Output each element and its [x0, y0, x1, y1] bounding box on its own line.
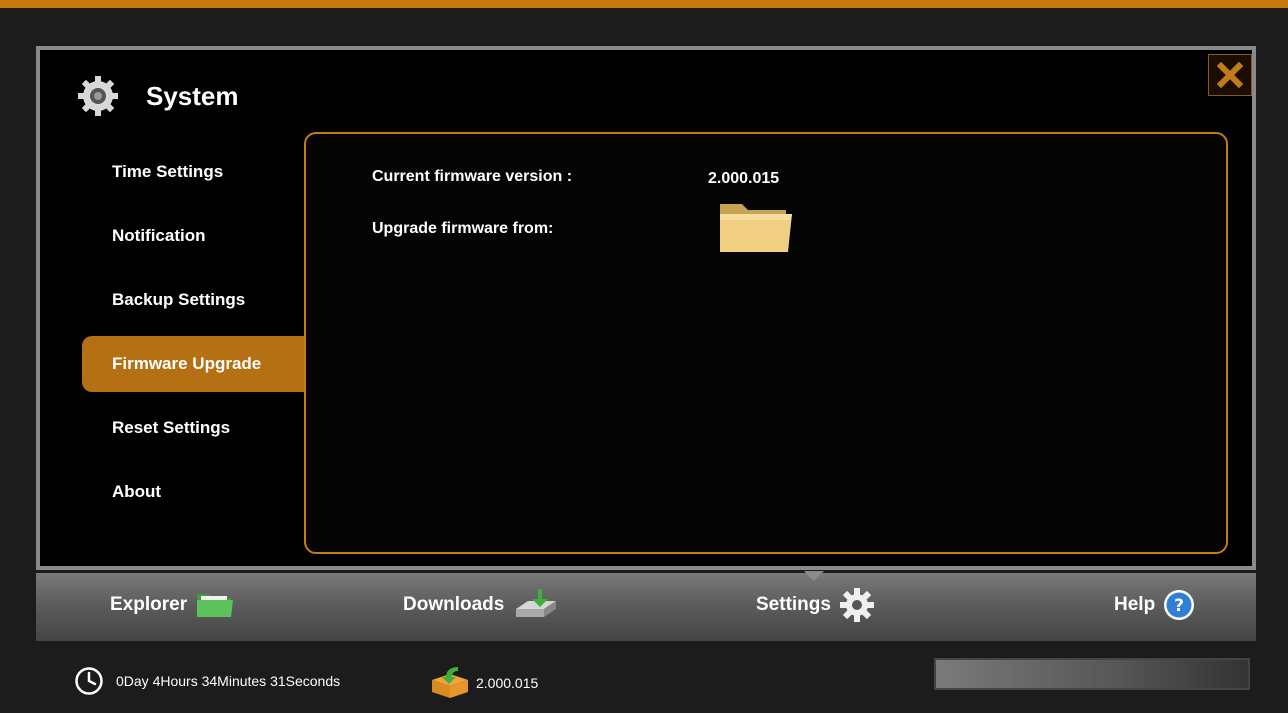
window-header: System — [76, 72, 239, 120]
nav-item-time-settings[interactable]: Time Settings — [82, 144, 308, 200]
upgrade-firmware-label: Upgrade firmware from: — [372, 220, 554, 237]
gear-icon — [839, 588, 874, 622]
active-tab-indicator — [804, 571, 824, 581]
gear-icon — [78, 76, 118, 116]
version-indicator: 2.000.015 — [428, 666, 538, 700]
status-progress-bar — [934, 658, 1250, 690]
tab-explorer[interactable]: Explorer — [110, 587, 235, 623]
tab-explorer-label: Explorer — [110, 594, 188, 615]
tab-downloads[interactable]: Downloads — [403, 587, 560, 623]
svg-text:?: ? — [1174, 596, 1184, 616]
nav-item-notification[interactable]: Notification — [82, 208, 308, 264]
version-text: 2.000.015 — [476, 675, 539, 691]
current-firmware-value: 2.000.015 — [708, 170, 780, 187]
download-drive-icon — [516, 589, 557, 617]
tab-help-label: Help — [1114, 594, 1156, 615]
nav-item-backup-settings[interactable]: Backup Settings — [82, 272, 308, 328]
uptime-indicator: 0Day 4Hours 34Minutes 31Seconds — [74, 666, 340, 696]
system-window: System Time Settings Notification Backup… — [36, 46, 1256, 570]
tab-settings-label: Settings — [756, 594, 831, 615]
firmware-package-icon — [432, 667, 468, 698]
clock-icon — [75, 667, 103, 695]
folder-icon — [720, 204, 792, 252]
tab-downloads-label: Downloads — [403, 594, 505, 615]
nav-item-reset-settings[interactable]: Reset Settings — [82, 400, 308, 456]
uptime-text: 0Day 4Hours 34Minutes 31Seconds — [116, 673, 341, 689]
settings-nav: Time Settings Notification Backup Settin… — [82, 144, 308, 528]
folder-icon — [197, 594, 234, 617]
window-title: System — [146, 80, 239, 111]
bottom-nav-bar: Explorer Downloads Settings Help ? — [36, 571, 1256, 641]
top-accent-bar — [0, 0, 1288, 8]
browse-firmware-button[interactable] — [716, 198, 796, 256]
tab-settings[interactable]: Settings — [756, 587, 875, 623]
status-bar: 0Day 4Hours 34Minutes 31Seconds 2.000.01… — [0, 648, 1288, 713]
tab-help[interactable]: Help ? — [1114, 587, 1195, 623]
current-firmware-label: Current firmware version : — [372, 168, 573, 185]
close-button[interactable] — [1208, 54, 1252, 96]
nav-item-firmware-upgrade[interactable]: Firmware Upgrade — [82, 336, 308, 392]
help-icon: ? — [1164, 590, 1195, 620]
close-icon — [1217, 62, 1243, 88]
firmware-panel: Current firmware version : 2.000.015 Upg… — [304, 132, 1228, 554]
nav-item-about[interactable]: About — [82, 464, 308, 520]
